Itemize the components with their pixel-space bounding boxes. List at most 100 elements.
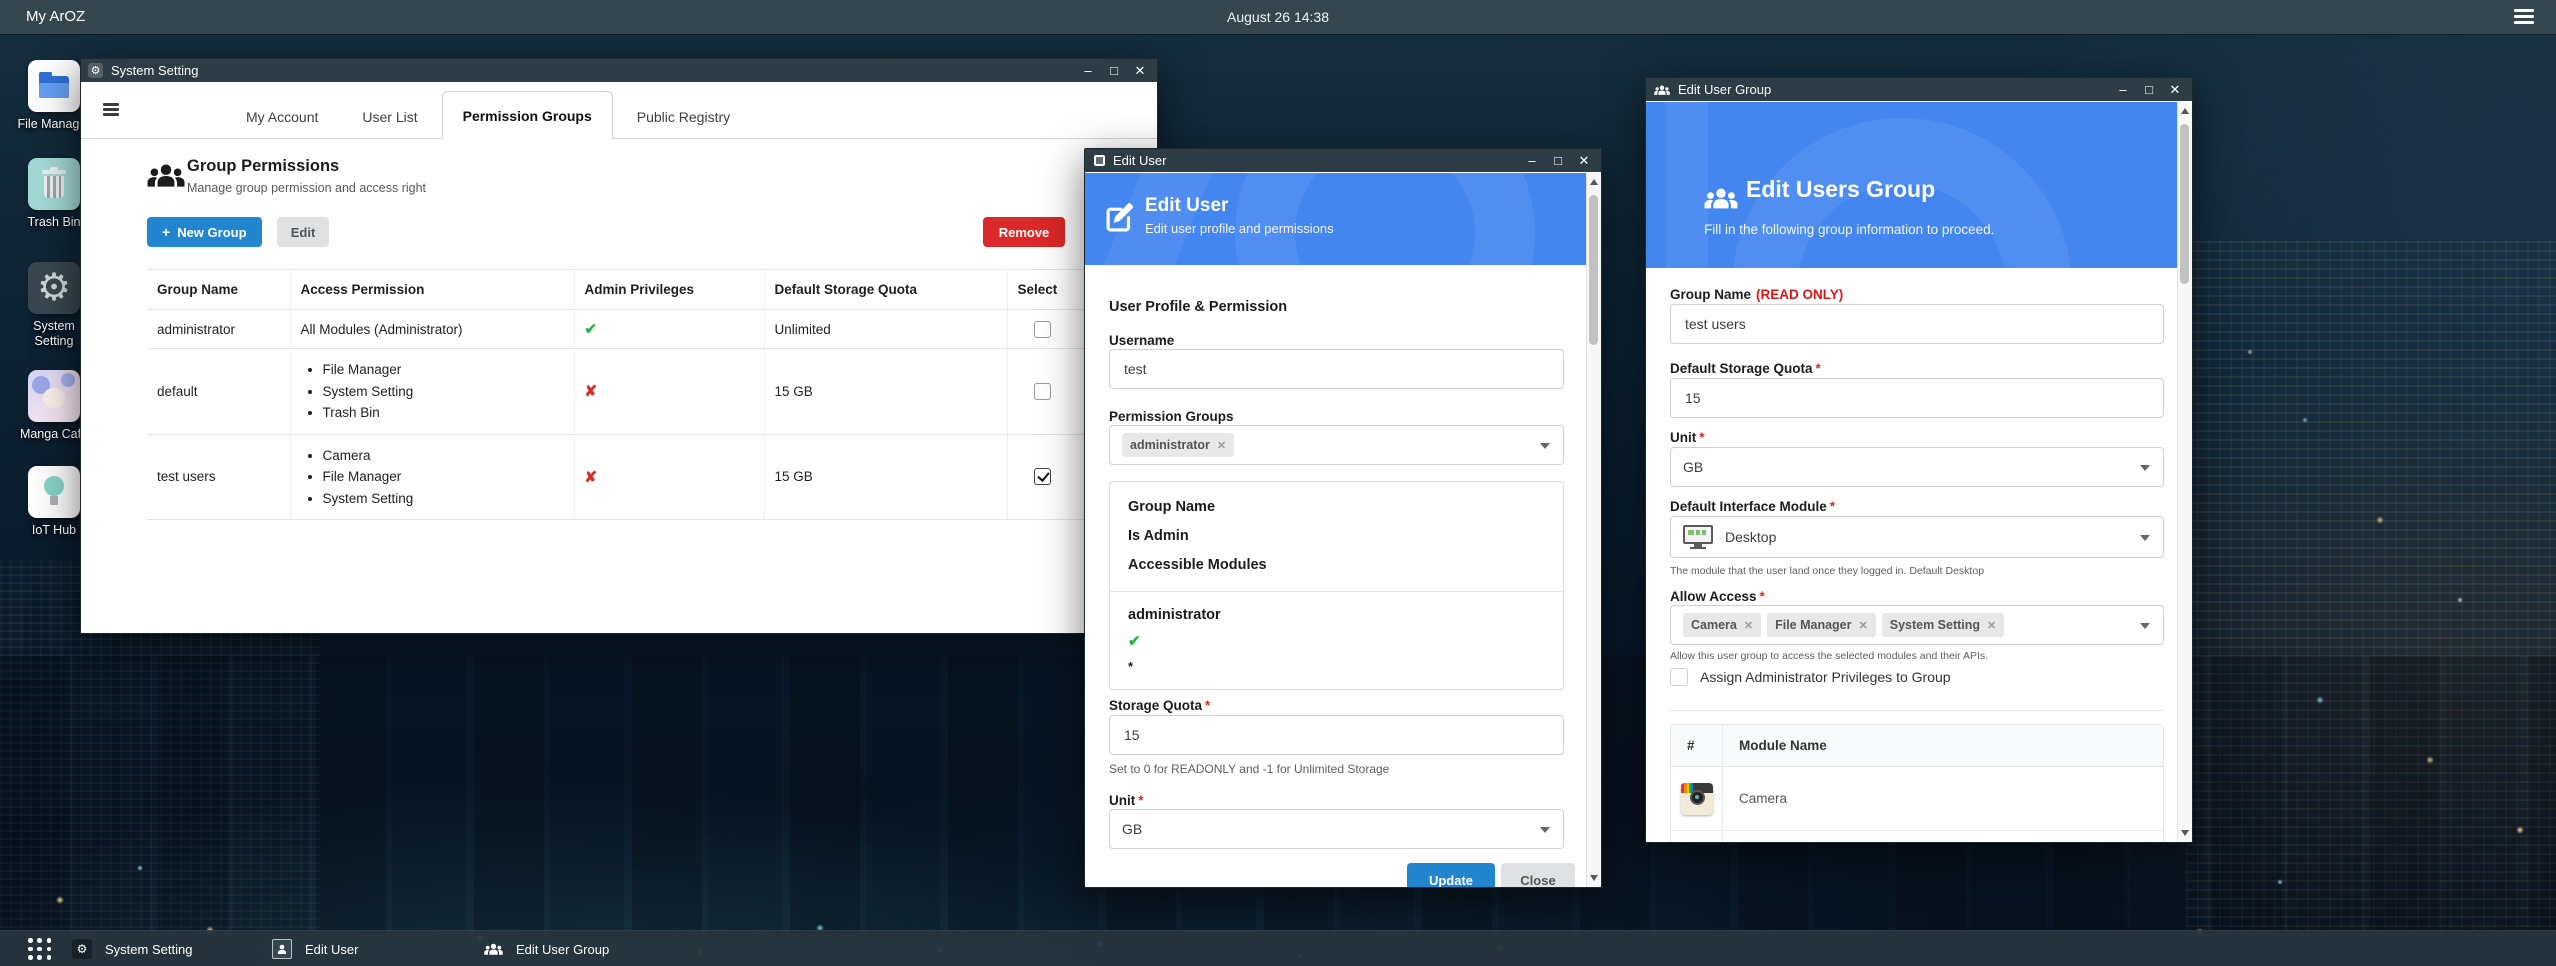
scrollbar-thumb[interactable] [1589, 195, 1598, 345]
scroll-down-icon[interactable] [2181, 830, 2189, 836]
remove-group-button[interactable]: Remove [983, 217, 1065, 247]
scroll-up-icon[interactable] [1590, 179, 1598, 185]
minimize-button[interactable]: – [1075, 59, 1101, 82]
admin-check-icon: ✔ [585, 321, 598, 338]
quota-cell: Unlimited [764, 310, 1007, 349]
close-button[interactable]: ✕ [1127, 59, 1153, 82]
taskbar-item-system-setting[interactable]: ⚙ System Setting [72, 931, 192, 966]
users-group-icon [1654, 84, 1670, 96]
page-subtitle: Manage group permission and access right [187, 181, 426, 195]
gear-icon: ⚙ [88, 63, 103, 78]
module-table-header: # Module Name [1671, 725, 2163, 767]
clock-label: August 26 14:38 [1227, 9, 1329, 25]
info-group-name: administrator [1128, 602, 1545, 629]
select-checkbox[interactable] [1034, 383, 1051, 400]
access-cell: Camera File Manager System Setting [290, 434, 574, 520]
maximize-button[interactable]: □ [1101, 59, 1127, 82]
tab-public-registry[interactable]: Public Registry [617, 95, 750, 139]
folder-icon [28, 60, 80, 112]
brand-label: My ArOZ [26, 8, 85, 25]
page-title: Group Permissions [187, 157, 339, 176]
allow-access-multiselect[interactable]: Camera✕ File Manager✕ System Setting✕ [1670, 605, 2164, 645]
edit-user-header: Edit User Edit user profile and permissi… [1085, 173, 1586, 265]
remove-tag-icon[interactable]: ✕ [1987, 619, 1996, 632]
chevron-down-icon [2140, 623, 2150, 629]
group-name-field[interactable] [1670, 304, 2164, 344]
close-button[interactable]: ✕ [2162, 78, 2188, 101]
select-checkbox[interactable] [1034, 321, 1051, 338]
chevron-down-icon [2140, 535, 2150, 541]
remove-tag-icon[interactable]: ✕ [1859, 619, 1868, 632]
minimize-button[interactable]: – [2110, 78, 2136, 101]
menu-hamburger-icon[interactable] [2514, 9, 2534, 25]
update-button[interactable]: Update [1407, 863, 1495, 888]
group-tag-administrator[interactable]: administrator✕ [1122, 433, 1234, 457]
accessible-modules-value: * [1128, 655, 1545, 679]
unit-dropdown[interactable]: GB [1670, 447, 2164, 487]
trash-icon [28, 158, 80, 210]
scrollbar[interactable] [1586, 173, 1601, 887]
user-portrait-icon [272, 939, 292, 959]
group-name-cell: test users [147, 434, 290, 520]
select-checkbox[interactable] [1034, 468, 1051, 485]
permission-groups-multiselect[interactable]: administrator✕ [1109, 425, 1564, 465]
username-field[interactable] [1109, 349, 1564, 389]
allow-access-label: Allow Access* [1670, 589, 1765, 604]
storage-quota-help-text: Set to 0 for READONLY and -1 for Unlimit… [1109, 762, 1389, 776]
group-name-label: Group Name(READ ONLY) [1670, 287, 1843, 302]
unit-dropdown[interactable]: GB [1109, 809, 1564, 849]
taskbar: ⚙ System Setting Edit User Edit User Gro… [0, 930, 2556, 966]
module-table: # Module Name Camera [1670, 724, 2164, 843]
tab-permission-groups[interactable]: Permission Groups [442, 91, 613, 140]
default-interface-module-dropdown[interactable]: Desktop [1670, 516, 2164, 558]
edit-users-group-header: Edit Users Group Fill in the following g… [1646, 102, 2177, 268]
minimize-button[interactable]: – [1519, 149, 1545, 172]
app-launcher-grid-icon[interactable] [28, 938, 52, 960]
chevron-down-icon [1540, 827, 1550, 833]
new-group-button[interactable]: + New Group [147, 217, 262, 247]
maximize-button[interactable]: □ [2136, 78, 2162, 101]
group-permissions-table: Group Name Access Permission Admin Privi… [147, 269, 1137, 520]
taskbar-item-edit-user-group[interactable]: Edit User Group [484, 931, 609, 966]
edit-group-button[interactable]: Edit [277, 217, 329, 247]
window-title: Edit User [1113, 153, 1166, 168]
plus-icon: + [162, 224, 170, 240]
watermark-shape [1666, 102, 1708, 268]
table-header-row: Group Name Access Permission Admin Privi… [147, 270, 1137, 310]
assign-admin-checkbox[interactable] [1670, 668, 1688, 686]
storage-quota-field[interactable] [1109, 715, 1564, 755]
close-button[interactable]: ✕ [1571, 149, 1597, 172]
default-storage-quota-field[interactable] [1670, 378, 2164, 418]
system-setting-titlebar[interactable]: ⚙ System Setting – □ ✕ [81, 59, 1157, 82]
camera-icon [1681, 783, 1713, 815]
maximize-button[interactable]: □ [1545, 149, 1571, 172]
watermark-shape [1235, 173, 1535, 265]
module-tag-file-manager[interactable]: File Manager✕ [1767, 613, 1876, 637]
remove-tag-icon[interactable]: ✕ [1217, 439, 1226, 452]
remove-tag-icon[interactable]: ✕ [1744, 619, 1753, 632]
edit-user-titlebar[interactable]: Edit User – □ ✕ [1085, 149, 1601, 172]
tab-user-list[interactable]: User List [342, 95, 437, 139]
col-header-access-permission: Access Permission [290, 270, 574, 310]
sidebar-toggle-hamburger-icon[interactable] [103, 103, 119, 115]
chevron-down-icon [2140, 465, 2150, 471]
app-window-icon [1094, 155, 1105, 166]
close-dialog-button[interactable]: Close [1501, 863, 1575, 888]
gear-icon: ⚙ [72, 939, 92, 959]
edit-user-group-titlebar[interactable]: Edit User Group – □ ✕ [1646, 78, 2192, 101]
scroll-up-icon[interactable] [2181, 108, 2189, 114]
taskbar-item-edit-user[interactable]: Edit User [272, 931, 358, 966]
assign-admin-checkbox-row[interactable]: Assign Administrator Privileges to Group [1670, 668, 1951, 686]
module-tag-system-setting[interactable]: System Setting✕ [1882, 613, 2005, 637]
tab-my-account[interactable]: My Account [226, 95, 338, 139]
scroll-down-icon[interactable] [1590, 875, 1598, 881]
scrollbar-thumb[interactable] [2180, 124, 2189, 284]
scrollbar[interactable] [2177, 102, 2192, 842]
unit-label: Unit* [1109, 793, 1144, 808]
storage-quota-label: Storage Quota* [1109, 698, 1210, 713]
info-header: Group Name [1128, 493, 1545, 522]
module-tag-camera[interactable]: Camera✕ [1683, 613, 1761, 637]
top-bar: My ArOZ August 26 14:38 [0, 0, 2556, 34]
permission-groups-label: Permission Groups [1109, 409, 1234, 424]
module-row-partial [1671, 831, 2163, 843]
